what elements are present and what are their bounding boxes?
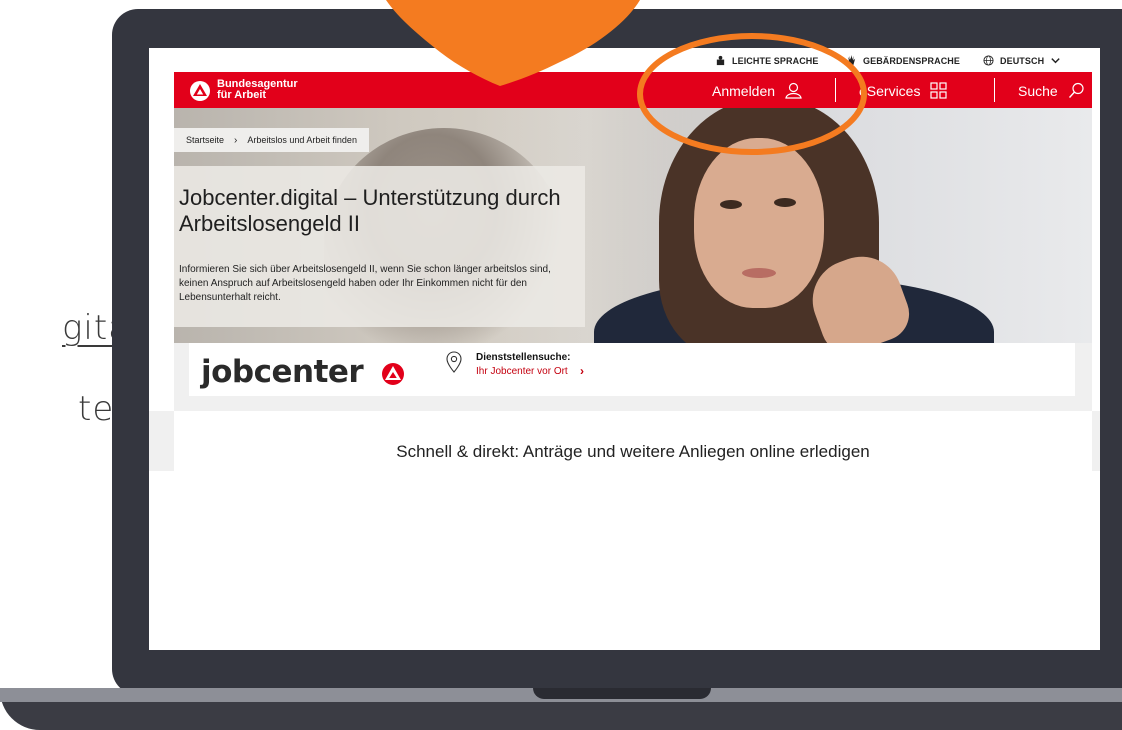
search-button[interactable]: Suche [1018, 82, 1085, 99]
easy-language-label: LEICHTE SPRACHE [732, 55, 819, 66]
sign-language-link[interactable]: GEBÄRDENSPRACHE [846, 55, 960, 66]
section-title: Schnell & direkt: Anträge und weitere An… [396, 442, 870, 461]
search-label: Suche [1018, 82, 1058, 99]
login-label: Anmelden [712, 82, 776, 99]
breadcrumb-home[interactable]: Startseite [186, 135, 224, 145]
chevron-right-icon[interactable]: › [580, 364, 584, 378]
language-label: DEUTSCH [1000, 55, 1045, 66]
location-pin-icon [446, 351, 462, 373]
nav-divider [835, 78, 836, 102]
language-selector[interactable]: DEUTSCH [983, 55, 1061, 66]
breadcrumb: Startseite › Arbeitslos und Arbeit finde… [174, 128, 369, 152]
easy-language-link[interactable]: LEICHTE SPRACHE [715, 55, 819, 66]
office-search-label: Dienststellensuche: [476, 352, 571, 363]
chevron-down-icon [1051, 58, 1060, 64]
hero-banner: Startseite › Arbeitslos und Arbeit finde… [174, 108, 1092, 343]
main-header: Bundesagentur für Arbeit Anmelden eServi… [174, 72, 1092, 108]
sign-language-label: GEBÄRDENSPRACHE [863, 55, 961, 66]
ba-logo-icon[interactable] [190, 81, 210, 101]
hero-description: Informieren Sie sich über Arbeitslosenge… [179, 264, 551, 303]
easy-language-icon [716, 55, 725, 66]
jobcenter-logo: jobcenter [201, 354, 364, 390]
chevron-right-icon: › [234, 134, 238, 146]
browser-screen: LEICHTE SPRACHE GEBÄRDENSPRACHE DEUTSCH … [149, 48, 1100, 650]
login-button[interactable]: Anmelden [712, 82, 802, 99]
laptop-notch [533, 688, 711, 699]
brand-name[interactable]: Bundesagentur für Arbeit [217, 79, 298, 101]
office-search-link[interactable]: Ihr Jobcenter vor Ort [476, 366, 568, 377]
nav-divider [994, 78, 995, 102]
brand-line-2: für Arbeit [217, 89, 267, 101]
eservices-label: eServices [859, 82, 921, 99]
page-title: Jobcenter.digital – Unterstützung durch … [179, 185, 561, 236]
grid-icon [930, 82, 948, 99]
search-icon [1068, 82, 1084, 98]
globe-icon [983, 55, 994, 66]
hero-photo-woman [694, 138, 824, 308]
hand-icon [847, 55, 856, 66]
breadcrumb-current[interactable]: Arbeitslos und Arbeit finden [247, 135, 357, 145]
jobcenter-strip: jobcenter Dienststellensuche: Ihr Jobcen… [174, 343, 1092, 411]
eservices-button[interactable]: eServices [859, 82, 948, 99]
slide-text-line-2: te [78, 389, 115, 429]
ba-logo-icon [382, 363, 404, 385]
hero-text-panel: Jobcenter.digital – Unterstützung durch … [174, 166, 585, 327]
utility-bar: LEICHTE SPRACHE GEBÄRDENSPRACHE DEUTSCH [149, 48, 1100, 72]
user-icon [785, 82, 802, 99]
jobcenter-box: jobcenter Dienststellensuche: Ihr Jobcen… [189, 343, 1075, 396]
